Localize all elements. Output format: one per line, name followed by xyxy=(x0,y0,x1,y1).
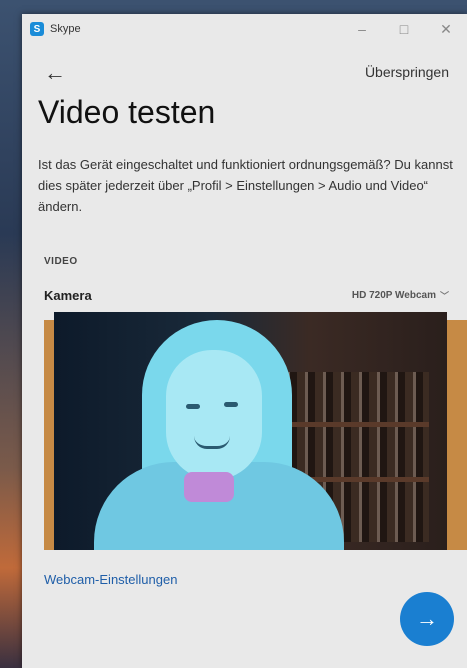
maximize-button[interactable]: □ xyxy=(383,14,425,44)
person-eye xyxy=(224,402,238,407)
app-name: Skype xyxy=(50,23,81,35)
back-button[interactable]: ← xyxy=(40,58,70,88)
chevron-down-icon: ﹀ xyxy=(439,291,449,301)
navigation-row: ← Überspringen xyxy=(22,58,467,88)
person-face xyxy=(166,350,262,480)
page-title: Video testen xyxy=(38,94,216,130)
person-neck xyxy=(184,472,234,502)
minimize-button[interactable]: – xyxy=(341,14,383,44)
shelf-board xyxy=(279,422,429,427)
webcam-settings-link[interactable]: Webcam-Einstellungen xyxy=(44,572,177,587)
camera-device-value: HD 720P Webcam xyxy=(351,290,436,301)
video-section-label: VIDEO xyxy=(44,256,78,267)
camera-row: Kamera HD 720P Webcam ﹀ xyxy=(44,288,449,308)
arrow-right-icon: → xyxy=(416,606,438,631)
window-controls: – □ ✕ xyxy=(341,14,467,44)
camera-preview-container xyxy=(44,312,467,550)
skype-logo-icon: S xyxy=(30,22,44,36)
title-bar[interactable]: S Skype – □ ✕ xyxy=(22,14,467,44)
close-button[interactable]: ✕ xyxy=(425,14,467,44)
camera-label: Kamera xyxy=(44,288,92,303)
skip-link[interactable]: Überspringen xyxy=(365,64,449,80)
description-text: Ist das Gerät eingeschaltet und funktion… xyxy=(38,157,453,214)
next-button[interactable]: → xyxy=(400,592,454,646)
skype-window: S Skype – □ ✕ ← Überspringen Video teste… xyxy=(22,14,467,668)
camera-preview xyxy=(54,312,447,550)
person-eye xyxy=(186,404,200,409)
camera-device-dropdown[interactable]: HD 720P Webcam ﹀ xyxy=(352,289,449,302)
arrow-left-icon: ← xyxy=(44,60,66,85)
